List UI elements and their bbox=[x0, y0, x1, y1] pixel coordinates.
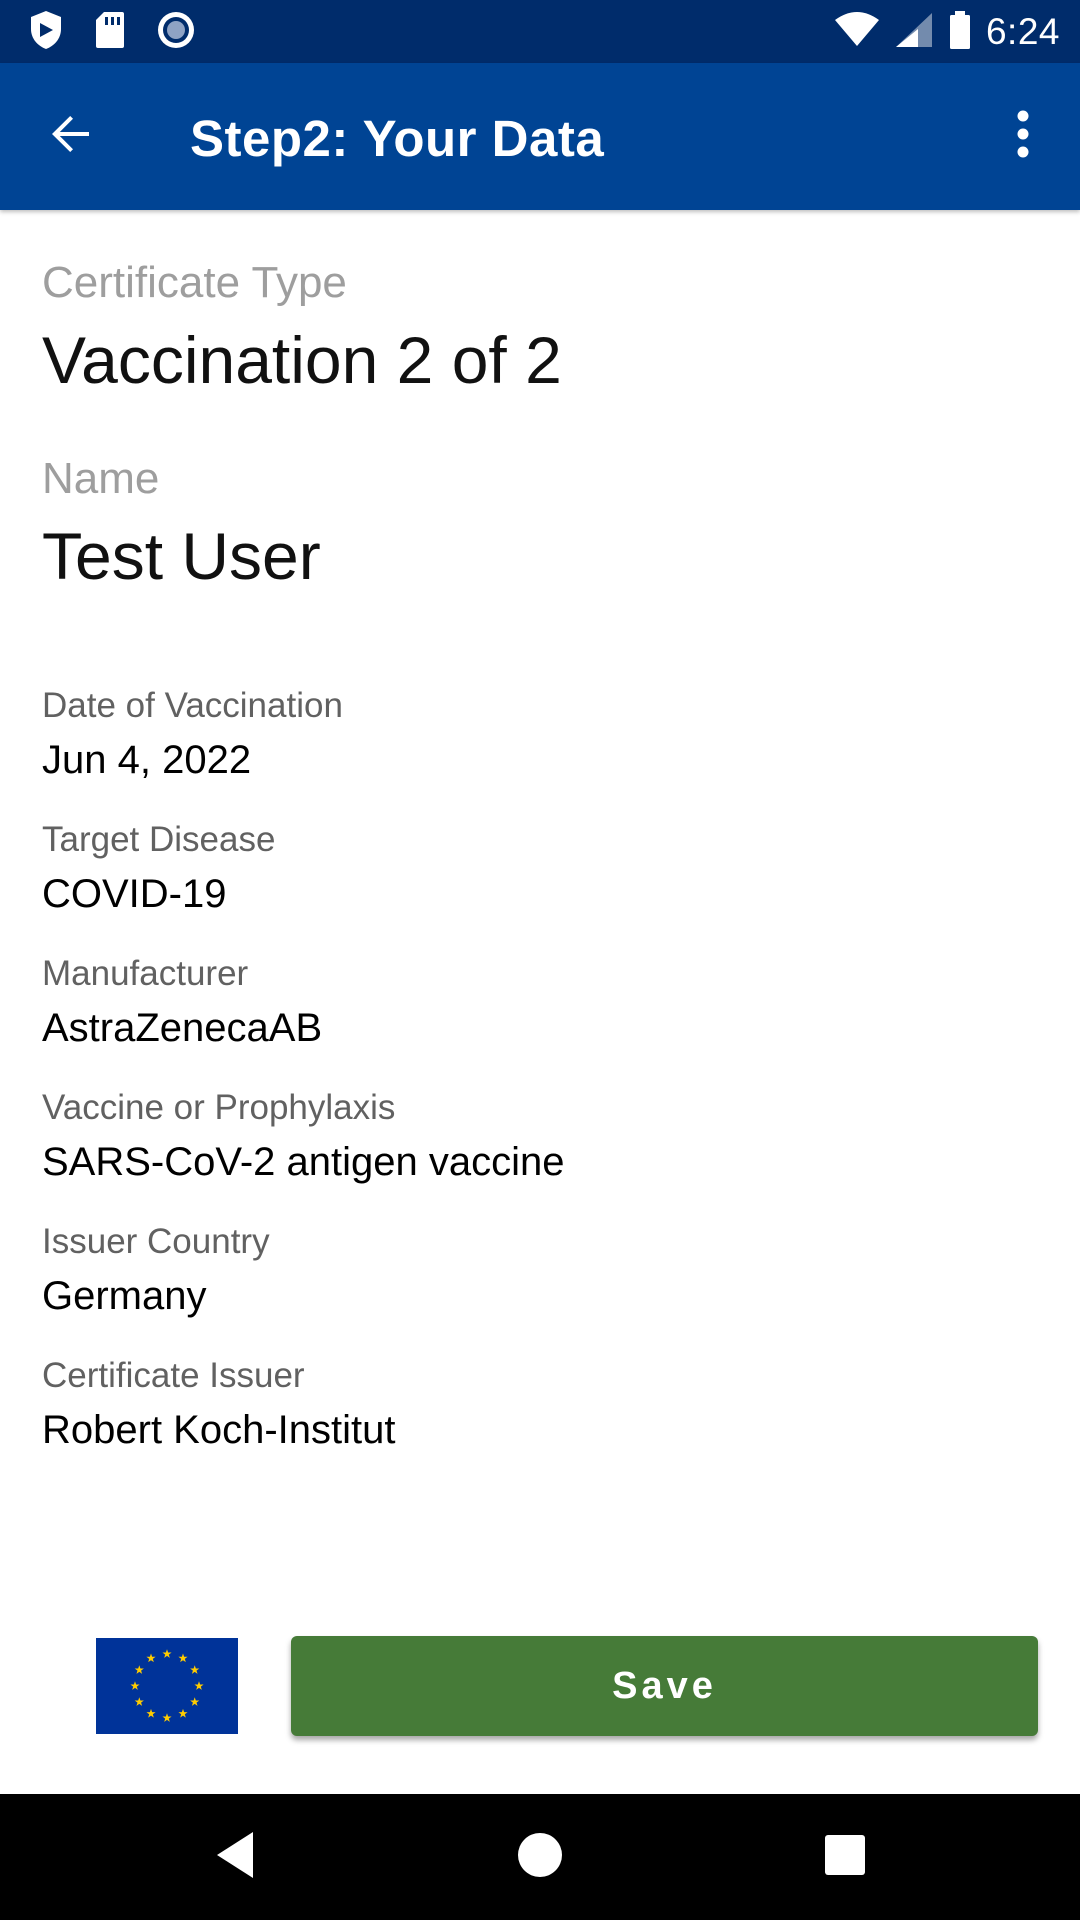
name-value: Test User bbox=[42, 519, 321, 593]
record-icon bbox=[156, 10, 196, 55]
target-disease-value: COVID-19 bbox=[42, 872, 227, 916]
eu-star bbox=[162, 1649, 172, 1658]
arrow-back-icon bbox=[47, 110, 95, 163]
eu-star bbox=[190, 1665, 200, 1674]
nav-back-button[interactable] bbox=[200, 1822, 270, 1892]
system-nav-bar bbox=[0, 1794, 1080, 1920]
eu-star bbox=[178, 1653, 188, 1663]
manufacturer-label: Manufacturer bbox=[42, 954, 249, 993]
recents-square-icon bbox=[824, 1834, 866, 1881]
certificate-issuer-label: Certificate Issuer bbox=[42, 1356, 305, 1395]
nav-home-button[interactable] bbox=[505, 1822, 575, 1892]
eu-star bbox=[130, 1681, 140, 1690]
nav-recents-button[interactable] bbox=[810, 1822, 880, 1892]
page-title: Step2: Your Data bbox=[190, 110, 605, 167]
manufacturer-value: AstraZenecaAB bbox=[42, 1006, 323, 1050]
overflow-menu-button[interactable] bbox=[990, 103, 1056, 169]
issuer-country-value: Germany bbox=[42, 1274, 207, 1318]
status-right-icons: 6:24 bbox=[834, 8, 1060, 56]
status-bar: 6:24 bbox=[0, 0, 1080, 63]
home-circle-icon bbox=[517, 1832, 563, 1883]
eu-star bbox=[134, 1665, 144, 1674]
status-time: 6:24 bbox=[985, 11, 1060, 52]
back-triangle-icon bbox=[213, 1830, 257, 1885]
shield-icon bbox=[28, 9, 64, 56]
eu-star bbox=[162, 1713, 172, 1722]
eu-flag-icon bbox=[96, 1638, 238, 1734]
eu-star bbox=[194, 1681, 204, 1690]
date-of-vaccination-label: Date of Vaccination bbox=[42, 686, 343, 725]
sd-card-icon bbox=[94, 10, 126, 55]
eu-star bbox=[146, 1708, 156, 1718]
save-button[interactable]: Save bbox=[291, 1636, 1038, 1736]
back-button[interactable] bbox=[38, 103, 104, 169]
app-bar: Step2: Your Data bbox=[0, 63, 1080, 210]
battery-icon bbox=[948, 10, 972, 55]
name-label: Name bbox=[42, 454, 160, 503]
cell-signal-icon bbox=[894, 11, 934, 54]
eu-star bbox=[146, 1653, 156, 1663]
target-disease-label: Target Disease bbox=[42, 820, 276, 859]
status-left-icons bbox=[28, 10, 196, 54]
eu-star bbox=[190, 1697, 200, 1706]
issuer-country-label: Issuer Country bbox=[42, 1222, 270, 1261]
more-vert-icon bbox=[1015, 110, 1031, 163]
wifi-icon bbox=[834, 11, 880, 53]
certificate-type-label: Certificate Type bbox=[42, 258, 347, 307]
date-of-vaccination-value: Jun 4, 2022 bbox=[42, 738, 252, 782]
certificate-issuer-value: Robert Koch-Institut bbox=[42, 1408, 396, 1452]
vaccine-value: SARS-CoV-2 antigen vaccine bbox=[42, 1140, 565, 1184]
certificate-type-value: Vaccination 2 of 2 bbox=[42, 323, 562, 397]
eu-star bbox=[134, 1697, 144, 1706]
eu-flag-stars bbox=[130, 1649, 204, 1722]
vaccine-label: Vaccine or Prophylaxis bbox=[42, 1088, 396, 1127]
eu-star bbox=[178, 1708, 188, 1718]
